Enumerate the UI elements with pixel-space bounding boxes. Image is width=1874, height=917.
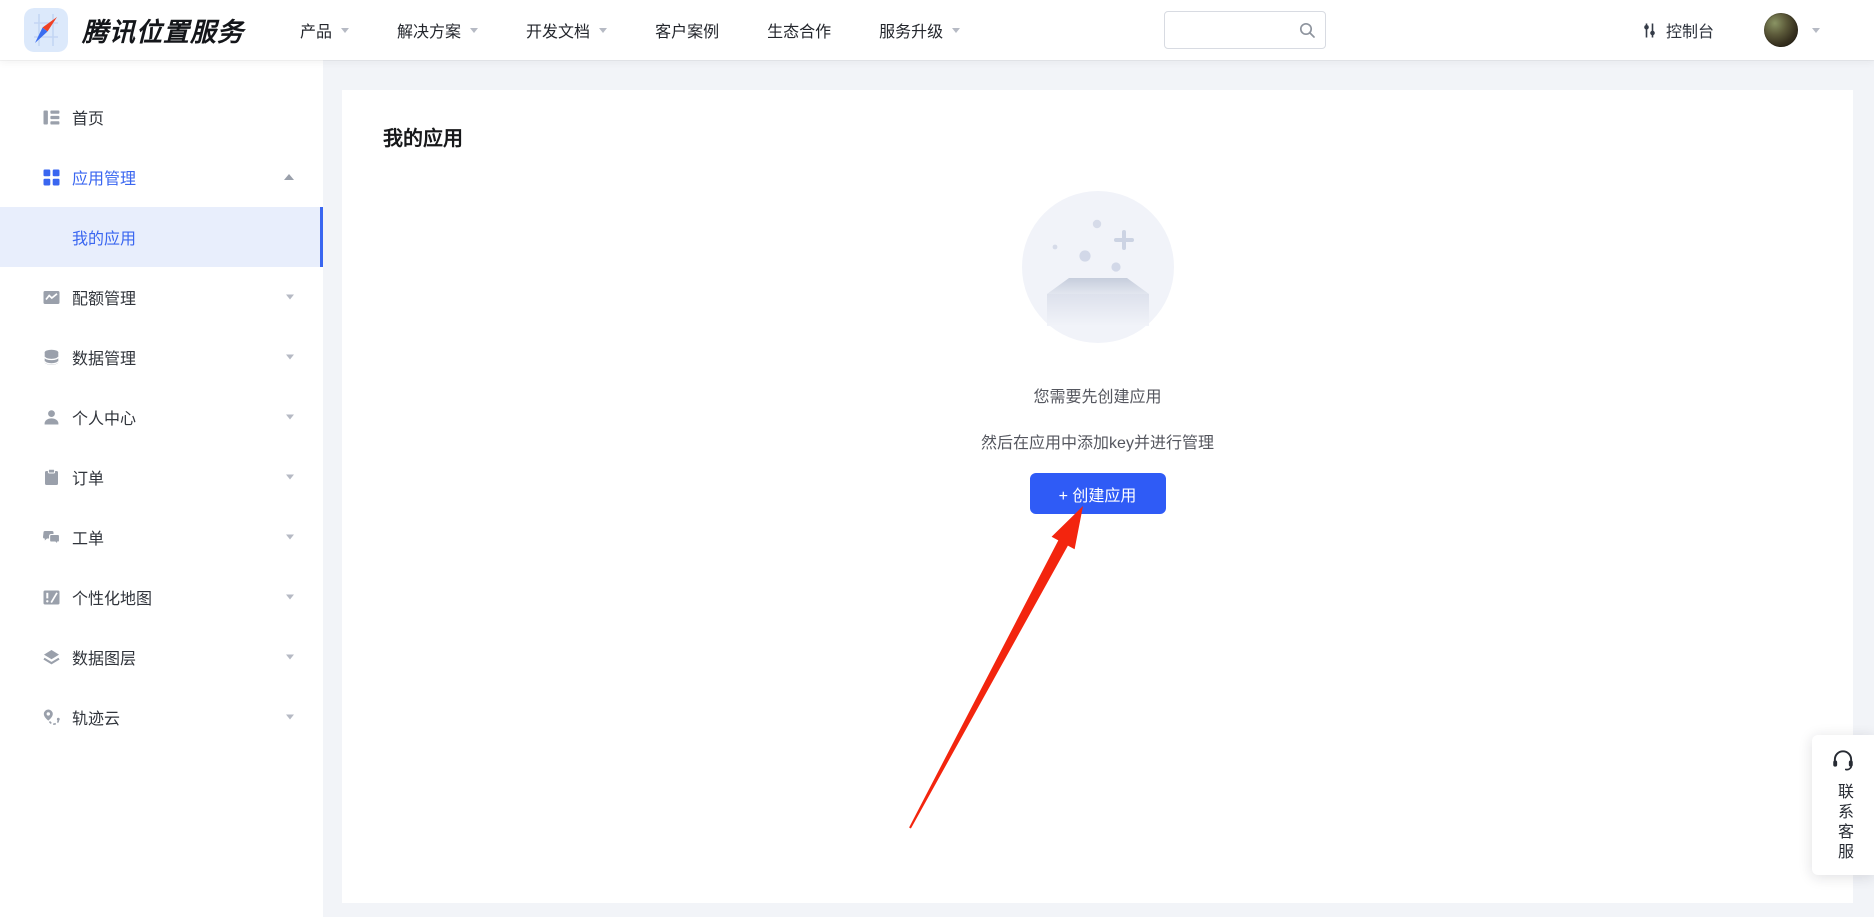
sidebar-item-personal-center[interactable]: 个人中心 [0, 387, 323, 447]
chevron-down-icon [286, 295, 294, 300]
nav-item-label: 产品 [300, 18, 332, 42]
nav-item-cases[interactable]: 客户案例 [655, 18, 719, 42]
sidebar-item-label: 我的应用 [72, 225, 136, 249]
nav-item-label: 生态合作 [767, 18, 831, 42]
chevron-down-icon [599, 28, 607, 33]
chevron-down-icon [286, 655, 294, 660]
sidebar: 首页 应用管理 我的应用 配额管理 [0, 60, 323, 917]
nav-item-label: 客户案例 [655, 18, 719, 42]
sidebar-item-home[interactable]: 首页 [0, 87, 323, 147]
sidebar-item-label: 配额管理 [72, 285, 136, 309]
apps-grid-icon [42, 168, 61, 187]
chevron-down-icon [286, 355, 294, 360]
nav-item-label: 服务升级 [879, 18, 943, 42]
headset-icon [1830, 747, 1856, 773]
sidebar-item-label: 个人中心 [72, 405, 136, 429]
nav-item-ecosystem[interactable]: 生态合作 [767, 18, 831, 42]
nav-item-products[interactable]: 产品 [300, 18, 349, 42]
sidebar-item-track-cloud[interactable]: 轨迹云 [0, 687, 323, 747]
empty-box-illustration [1022, 191, 1174, 343]
sidebar-item-label: 数据图层 [72, 645, 136, 669]
chevron-down-icon[interactable] [1812, 28, 1820, 33]
console-label: 控制台 [1666, 18, 1714, 42]
track-pin-icon [42, 708, 61, 727]
chevron-down-icon [470, 28, 478, 33]
empty-state-message: 您需要先创建应用 [1033, 383, 1161, 407]
page-title: 我的应用 [342, 90, 1853, 151]
ticket-chat-icon [42, 528, 61, 547]
brand-title: 腾讯位置服务 [82, 12, 244, 49]
chevron-up-icon [284, 174, 294, 180]
search-icon[interactable] [1298, 21, 1317, 40]
sidebar-item-data-layers[interactable]: 数据图层 [0, 627, 323, 687]
sliders-icon [1641, 22, 1658, 39]
chevron-down-icon [286, 535, 294, 540]
avatar[interactable] [1764, 13, 1798, 47]
compass-logo-icon [24, 8, 68, 52]
custom-map-icon [42, 588, 61, 607]
chevron-down-icon [286, 595, 294, 600]
my-apps-panel: 我的应用 [342, 90, 1853, 903]
user-icon [42, 408, 61, 427]
nav-item-label: 开发文档 [526, 18, 590, 42]
main-nav: 产品 解决方案 开发文档 客户案例 生态合作 服务升级 [300, 18, 960, 42]
top-header: 腾讯位置服务 产品 解决方案 开发文档 客户案例 生态合作 服务升级 [0, 0, 1874, 60]
sidebar-item-app-management[interactable]: 应用管理 [0, 147, 323, 207]
nav-item-solutions[interactable]: 解决方案 [397, 18, 478, 42]
create-app-button[interactable]: + 创建应用 [1030, 473, 1166, 514]
search-box[interactable] [1164, 11, 1326, 49]
chevron-down-icon [286, 715, 294, 720]
layers-icon [42, 648, 61, 667]
console-link[interactable]: 控制台 [1641, 18, 1714, 42]
sidebar-item-label: 数据管理 [72, 345, 136, 369]
sidebar-item-label: 首页 [72, 105, 104, 129]
main-content: 我的应用 [323, 60, 1874, 917]
home-icon [42, 108, 61, 127]
sidebar-item-label: 轨迹云 [72, 705, 120, 729]
chevron-down-icon [952, 28, 960, 33]
search-input[interactable] [1175, 22, 1298, 38]
sidebar-item-label: 个性化地图 [72, 585, 152, 609]
sidebar-item-tickets[interactable]: 工单 [0, 507, 323, 567]
contact-support-label: 联系客服 [1831, 783, 1855, 863]
sidebar-item-label: 应用管理 [72, 165, 136, 189]
database-icon [42, 348, 61, 367]
sidebar-item-orders[interactable]: 订单 [0, 447, 323, 507]
nav-item-label: 解决方案 [397, 18, 461, 42]
sidebar-item-label: 订单 [72, 465, 104, 489]
quota-chart-icon [42, 288, 61, 307]
sidebar-item-data-management[interactable]: 数据管理 [0, 327, 323, 387]
sidebar-item-label: 工单 [72, 525, 104, 549]
contact-support-tab[interactable]: 联系客服 [1812, 735, 1874, 875]
empty-state-submessage: 然后在应用中添加key并进行管理 [981, 429, 1214, 453]
sidebar-item-my-apps[interactable]: 我的应用 [0, 207, 323, 267]
nav-item-upgrade[interactable]: 服务升级 [879, 18, 960, 42]
chevron-down-icon [286, 475, 294, 480]
chevron-down-icon [286, 415, 294, 420]
sidebar-item-custom-map[interactable]: 个性化地图 [0, 567, 323, 627]
order-clipboard-icon [42, 468, 61, 487]
sidebar-item-quota[interactable]: 配额管理 [0, 267, 323, 327]
nav-item-docs[interactable]: 开发文档 [526, 18, 607, 42]
empty-state: 您需要先创建应用 然后在应用中添加key并进行管理 + 创建应用 [342, 191, 1853, 514]
chevron-down-icon [341, 28, 349, 33]
